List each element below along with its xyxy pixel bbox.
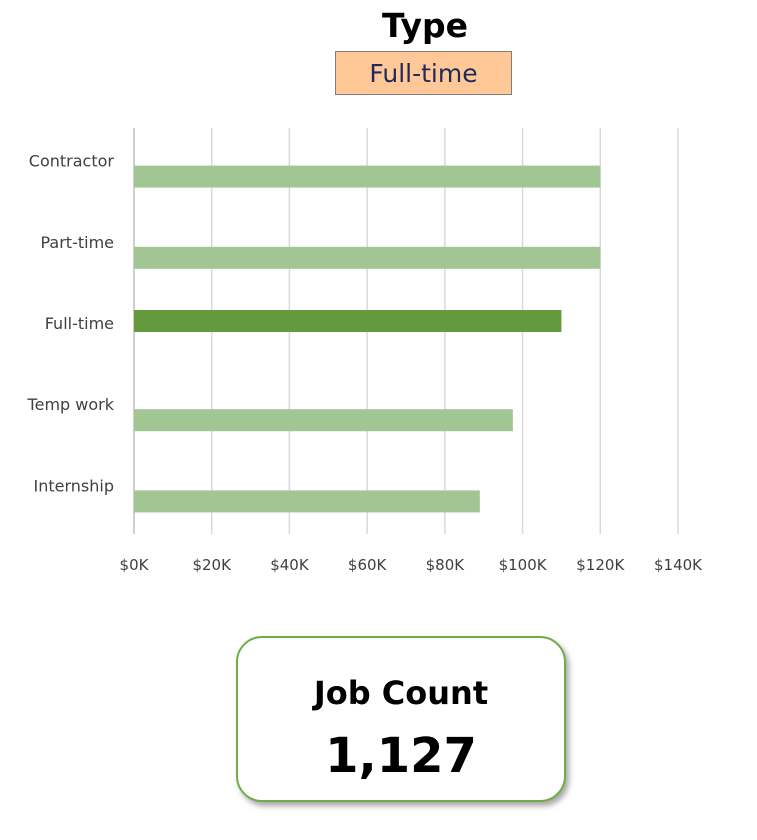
x-tick-label: $20K — [192, 556, 232, 574]
x-tick-label: $40K — [270, 556, 310, 574]
x-tick-label: $80K — [426, 556, 466, 574]
x-tick-label: $140K — [654, 556, 703, 574]
bar-internship — [134, 490, 480, 513]
category-label: Internship — [34, 476, 115, 495]
category-label: Temp work — [27, 395, 115, 414]
x-tick-label: $0K — [120, 556, 150, 574]
job-count-card: Job Count 1,127 — [236, 636, 566, 802]
category-label: Full-time — [45, 314, 114, 333]
x-tick-label: $100K — [499, 556, 548, 574]
bar-chart: $0K $20K $40K $60K $80K $100K $120K $140K Contra… — [27, 128, 703, 574]
category-label: Contractor — [29, 152, 115, 171]
bar-full-time — [134, 310, 562, 332]
x-tick-label: $60K — [348, 556, 388, 574]
bar-part-time — [134, 246, 601, 269]
job-count-value: 1,127 — [325, 728, 477, 784]
bar-contractor — [134, 165, 601, 188]
job-count-label: Job Count — [313, 674, 489, 712]
x-tick-label: $120K — [576, 556, 625, 574]
category-label: Part-time — [40, 233, 114, 252]
bar-temp-work — [134, 409, 513, 432]
